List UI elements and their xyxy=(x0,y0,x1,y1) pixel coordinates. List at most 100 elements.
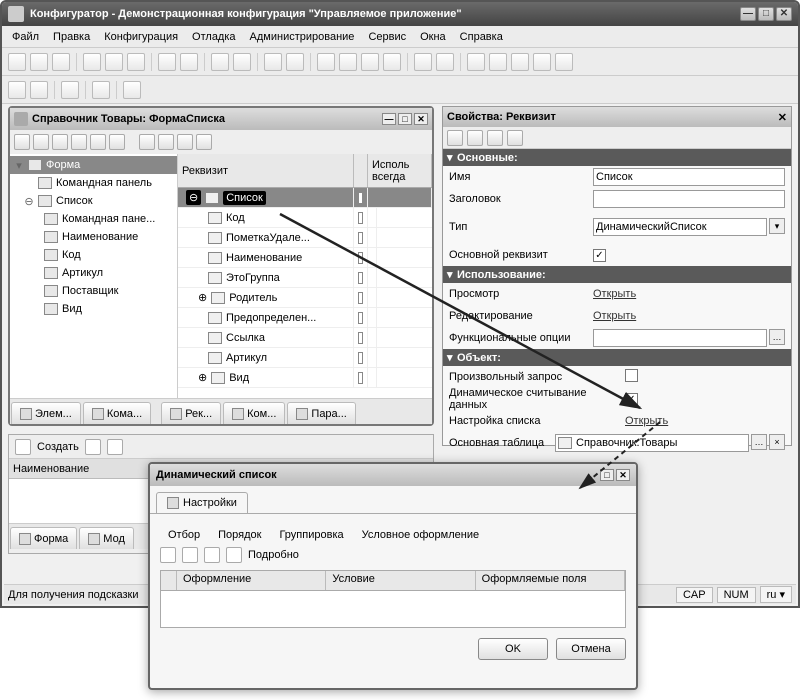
row-cb[interactable] xyxy=(358,372,363,384)
fw-refresh-icon[interactable] xyxy=(71,134,87,150)
preview-icon[interactable] xyxy=(180,53,198,71)
lp-create-icon[interactable] xyxy=(15,439,31,455)
props-filter[interactable] xyxy=(487,130,503,146)
menu-config[interactable]: Конфигурация xyxy=(104,31,178,43)
tb2-icon-2[interactable] xyxy=(30,81,48,99)
menu-debug[interactable]: Отладка xyxy=(192,31,235,43)
run-icon[interactable] xyxy=(123,81,141,99)
type-picker-btn[interactable]: ▾ xyxy=(769,218,785,234)
link-listset-open[interactable]: Открыть xyxy=(625,415,668,427)
chk-arb[interactable] xyxy=(625,369,638,382)
tree-sub-0[interactable]: Командная пане... xyxy=(62,213,155,225)
tb-icon-10[interactable] xyxy=(533,53,551,71)
maximize-button[interactable]: □ xyxy=(758,7,774,21)
dlg-down-icon[interactable] xyxy=(226,547,242,563)
tree-sub-1[interactable]: Наименование xyxy=(62,231,138,243)
tb-icon-4[interactable] xyxy=(383,53,401,71)
tb2-icon-1[interactable] xyxy=(8,81,26,99)
props-sort-cat[interactable] xyxy=(467,130,483,146)
tree-sub-3[interactable]: Артикул xyxy=(62,267,103,279)
tb-icon-2[interactable] xyxy=(339,53,357,71)
tree-sub-5[interactable]: Вид xyxy=(62,303,82,315)
tab-settings[interactable]: Настройки xyxy=(156,492,248,513)
bottom-tab-module[interactable]: Мод xyxy=(79,527,134,549)
grid-row[interactable]: ПометкаУдале... xyxy=(178,228,432,248)
cancel-button[interactable]: Отмена xyxy=(556,638,626,660)
dialog-close-button[interactable]: ✕ xyxy=(616,469,630,481)
maintab-picker-btn[interactable]: … xyxy=(751,434,767,450)
row-cb[interactable] xyxy=(358,232,363,244)
cut-icon[interactable] xyxy=(83,53,101,71)
props-sort-az[interactable] xyxy=(447,130,463,146)
minimize-button[interactable]: — xyxy=(740,7,756,21)
search-icon[interactable] xyxy=(264,53,282,71)
input-title[interactable] xyxy=(593,190,785,208)
tb-icon-7[interactable] xyxy=(467,53,485,71)
maintab-clear-btn[interactable]: × xyxy=(769,434,785,450)
row-cb[interactable] xyxy=(358,192,363,204)
zoom-icon[interactable] xyxy=(286,53,304,71)
dialog-max-button[interactable]: □ xyxy=(600,469,614,481)
dlg-del-icon[interactable] xyxy=(182,547,198,563)
menu-windows[interactable]: Окна xyxy=(420,31,446,43)
tree-sub-4[interactable]: Поставщик xyxy=(62,285,118,297)
tab-req[interactable]: Рек... xyxy=(161,402,221,424)
type-value[interactable]: ДинамическийСписок xyxy=(593,218,767,236)
grid-row[interactable]: ⊖Список xyxy=(178,188,432,208)
copy-icon[interactable] xyxy=(105,53,123,71)
fw-up-icon[interactable] xyxy=(90,134,106,150)
row-cb[interactable] xyxy=(358,352,363,364)
form-close-button[interactable]: ✕ xyxy=(414,113,428,125)
grid-row[interactable]: Артикул xyxy=(178,348,432,368)
subtab-filter[interactable]: Отбор xyxy=(160,526,208,544)
grid-row[interactable]: Предопределен... xyxy=(178,308,432,328)
grid-col-use[interactable]: Исполь всегда xyxy=(368,154,432,187)
tree-cmdpanel[interactable]: Командная панель xyxy=(56,177,152,189)
tb-icon-8[interactable] xyxy=(489,53,507,71)
row-cb[interactable] xyxy=(358,272,363,284)
menu-edit[interactable]: Правка xyxy=(53,31,90,43)
paste-icon[interactable] xyxy=(127,53,145,71)
new-icon[interactable] xyxy=(8,53,26,71)
redo-icon[interactable] xyxy=(233,53,251,71)
subtab-conditional[interactable]: Условное оформление xyxy=(354,526,487,544)
props-dd[interactable] xyxy=(507,130,523,146)
tab-para[interactable]: Пара... xyxy=(287,402,355,424)
tb-icon-9[interactable] xyxy=(511,53,529,71)
gp-del-icon[interactable] xyxy=(158,134,174,150)
tree-sub-2[interactable]: Код xyxy=(62,249,81,261)
ok-button[interactable]: OK xyxy=(478,638,548,660)
tb-icon-6[interactable] xyxy=(436,53,454,71)
grid-row[interactable]: Наименование xyxy=(178,248,432,268)
maintab-value[interactable]: Справочник.Товары xyxy=(555,434,749,452)
form-min-button[interactable]: — xyxy=(382,113,396,125)
gp-cross-icon[interactable] xyxy=(196,134,212,150)
form-max-button[interactable]: □ xyxy=(398,113,412,125)
row-cb[interactable] xyxy=(358,292,363,304)
bottom-tab-form[interactable]: Форма xyxy=(10,527,77,549)
dlg-up-icon[interactable] xyxy=(204,547,220,563)
form-tree[interactable]: ▾Форма Командная панель ⊖Список Командна… xyxy=(10,154,178,398)
tb-icon-5[interactable] xyxy=(414,53,432,71)
tree-list[interactable]: Список xyxy=(56,195,93,207)
grid-row[interactable]: Ссылка xyxy=(178,328,432,348)
tab-commands[interactable]: Кома... xyxy=(83,402,151,424)
grid-row[interactable]: ЭтоГруппа xyxy=(178,268,432,288)
input-name[interactable] xyxy=(593,168,785,186)
tree-root[interactable]: Форма xyxy=(46,159,80,171)
undo-icon[interactable] xyxy=(211,53,229,71)
conditional-table[interactable]: Оформление Условие Оформляемые поля xyxy=(160,570,626,628)
fopts-value[interactable] xyxy=(593,329,767,347)
grid-row[interactable]: ⊕Вид xyxy=(178,368,432,388)
close-button[interactable]: ✕ xyxy=(776,7,792,21)
fw-edit-icon[interactable] xyxy=(52,134,68,150)
info-icon[interactable] xyxy=(555,53,573,71)
row-cb[interactable] xyxy=(358,332,363,344)
chk-dynread[interactable]: ✓ xyxy=(625,393,638,406)
lp-create-label[interactable]: Создать xyxy=(37,441,79,453)
grid-col-req[interactable]: Реквизит xyxy=(178,154,354,187)
menu-help[interactable]: Справка xyxy=(460,31,503,43)
chk-mainreq[interactable]: ✓ xyxy=(593,249,606,262)
fopts-picker-btn[interactable]: … xyxy=(769,329,785,345)
tb-icon-1[interactable] xyxy=(317,53,335,71)
